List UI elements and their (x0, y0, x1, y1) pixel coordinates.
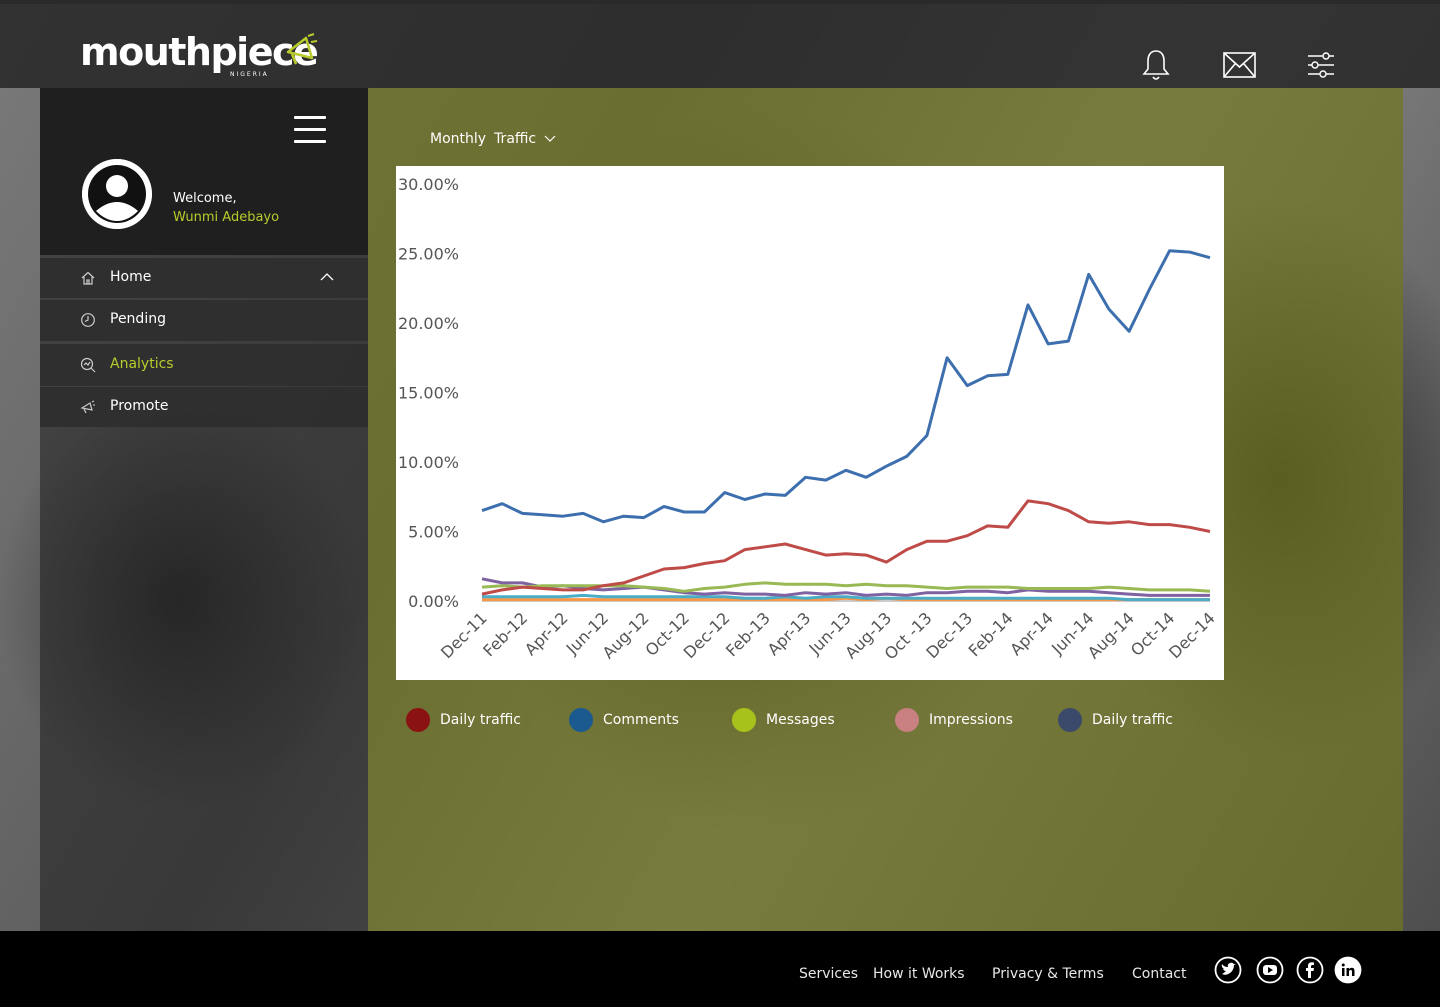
sidebar-item-home[interactable]: Home (40, 258, 368, 298)
twitter-icon[interactable] (1214, 956, 1242, 984)
settings-sliders-icon[interactable] (1306, 50, 1336, 80)
sidebar-item-pending[interactable]: Pending (40, 300, 368, 341)
user-icon (82, 159, 152, 229)
home-icon (81, 271, 95, 285)
x-tick-label: Dec-13 (922, 608, 976, 662)
legend-label: Daily traffic (440, 712, 521, 728)
legend-swatch (406, 708, 430, 732)
x-tick-label: Feb-13 (722, 608, 774, 660)
x-tick-label: Feb-14 (965, 608, 1017, 660)
line-chart: 30.00% 25.00% 20.00% 15.00% 10.00% 5.00% 0.00%… (398, 175, 1219, 663)
linkedin-icon[interactable] (1334, 956, 1362, 984)
y-tick-label: 25.00% (398, 245, 459, 264)
top-bar: mouthpiece NIGERIA (0, 0, 1440, 88)
sidebar-item-promote[interactable]: Promote (40, 387, 368, 427)
legend-item[interactable]: Daily traffic (1058, 708, 1173, 732)
series-line (481, 499, 1211, 596)
clock-icon (81, 313, 95, 327)
traffic-chart: 30.00% 25.00% 20.00% 15.00% 10.00% 5.00% 0.00%… (396, 166, 1224, 680)
footer: Services How it Works Privacy & Terms Co… (0, 931, 1440, 1007)
sidebar-item-analytics[interactable]: Analytics (40, 344, 368, 386)
legend-label: Messages (766, 712, 835, 728)
megaphone-logo-icon (286, 33, 318, 65)
megaphone-icon (80, 400, 95, 414)
footer-link-privacy-terms[interactable]: Privacy & Terms (992, 966, 1104, 982)
hamburger-menu-icon[interactable] (294, 116, 328, 144)
y-tick-label: 0.00% (408, 592, 459, 611)
legend-item[interactable]: Impressions (895, 708, 1013, 732)
legend-label: Daily traffic (1092, 712, 1173, 728)
legend-item[interactable]: Comments (569, 708, 679, 732)
footer-link-services[interactable]: Services (799, 966, 858, 982)
legend-label: Comments (603, 712, 679, 728)
footer-link-contact[interactable]: Contact (1132, 966, 1186, 982)
y-tick-label: 30.00% (398, 175, 459, 194)
y-tick-label: 20.00% (398, 314, 459, 333)
chart-legend: Daily traffic Comments Messages Impressi… (0, 708, 1440, 738)
sidebar-item-label: Promote (110, 398, 169, 414)
y-tick-label: 15.00% (398, 384, 459, 403)
mail-icon[interactable] (1222, 50, 1258, 80)
x-tick-label: Feb-12 (479, 608, 531, 660)
avatar[interactable] (82, 159, 152, 229)
legend-swatch (732, 708, 756, 732)
legend-label: Impressions (929, 712, 1013, 728)
user-name: Wunmi Adebayo (173, 210, 280, 225)
traffic-period-dropdown[interactable]: Monthly Traffic (430, 131, 556, 147)
bell-icon[interactable] (1141, 48, 1171, 82)
brand-logo[interactable]: mouthpiece (80, 30, 319, 74)
chevron-down-icon (544, 135, 556, 142)
x-tick-label: Dec-12 (680, 608, 734, 662)
x-tick-label: Apr-14 (1006, 608, 1057, 659)
legend-item[interactable]: Messages (732, 708, 835, 732)
sidebar-item-label: Home (110, 269, 152, 285)
sidebar-item-label: Analytics (110, 356, 174, 372)
x-tick-label: Apr-13 (764, 608, 815, 659)
legend-swatch (569, 708, 593, 732)
sidebar: Welcome, Wunmi Adebayo Home Pending Anal… (40, 88, 368, 931)
y-tick-label: 10.00% (398, 453, 459, 472)
facebook-icon[interactable] (1296, 956, 1324, 984)
legend-swatch (895, 708, 919, 732)
sidebar-item-label: Pending (110, 311, 166, 327)
chevron-up-icon[interactable] (320, 272, 334, 282)
series-line (481, 249, 1211, 524)
welcome-text: Welcome, (173, 191, 237, 206)
sidebar-profile: Welcome, Wunmi Adebayo (40, 88, 368, 255)
legend-swatch (1058, 708, 1082, 732)
y-tick-label: 5.00% (408, 523, 459, 542)
x-tick-label: Apr-12 (521, 608, 572, 659)
footer-link-how-it-works[interactable]: How it Works (873, 966, 965, 982)
metric-label: Traffic (494, 131, 537, 147)
period-label: Monthly (430, 131, 487, 147)
brand-subtitle: NIGERIA (230, 71, 269, 78)
x-tick-label: Dec-14 (1165, 608, 1219, 662)
x-tick-label: Dec-11 (437, 608, 491, 662)
analytics-icon (80, 357, 96, 373)
legend-item[interactable]: Daily traffic (406, 708, 521, 732)
youtube-icon[interactable] (1256, 956, 1284, 984)
